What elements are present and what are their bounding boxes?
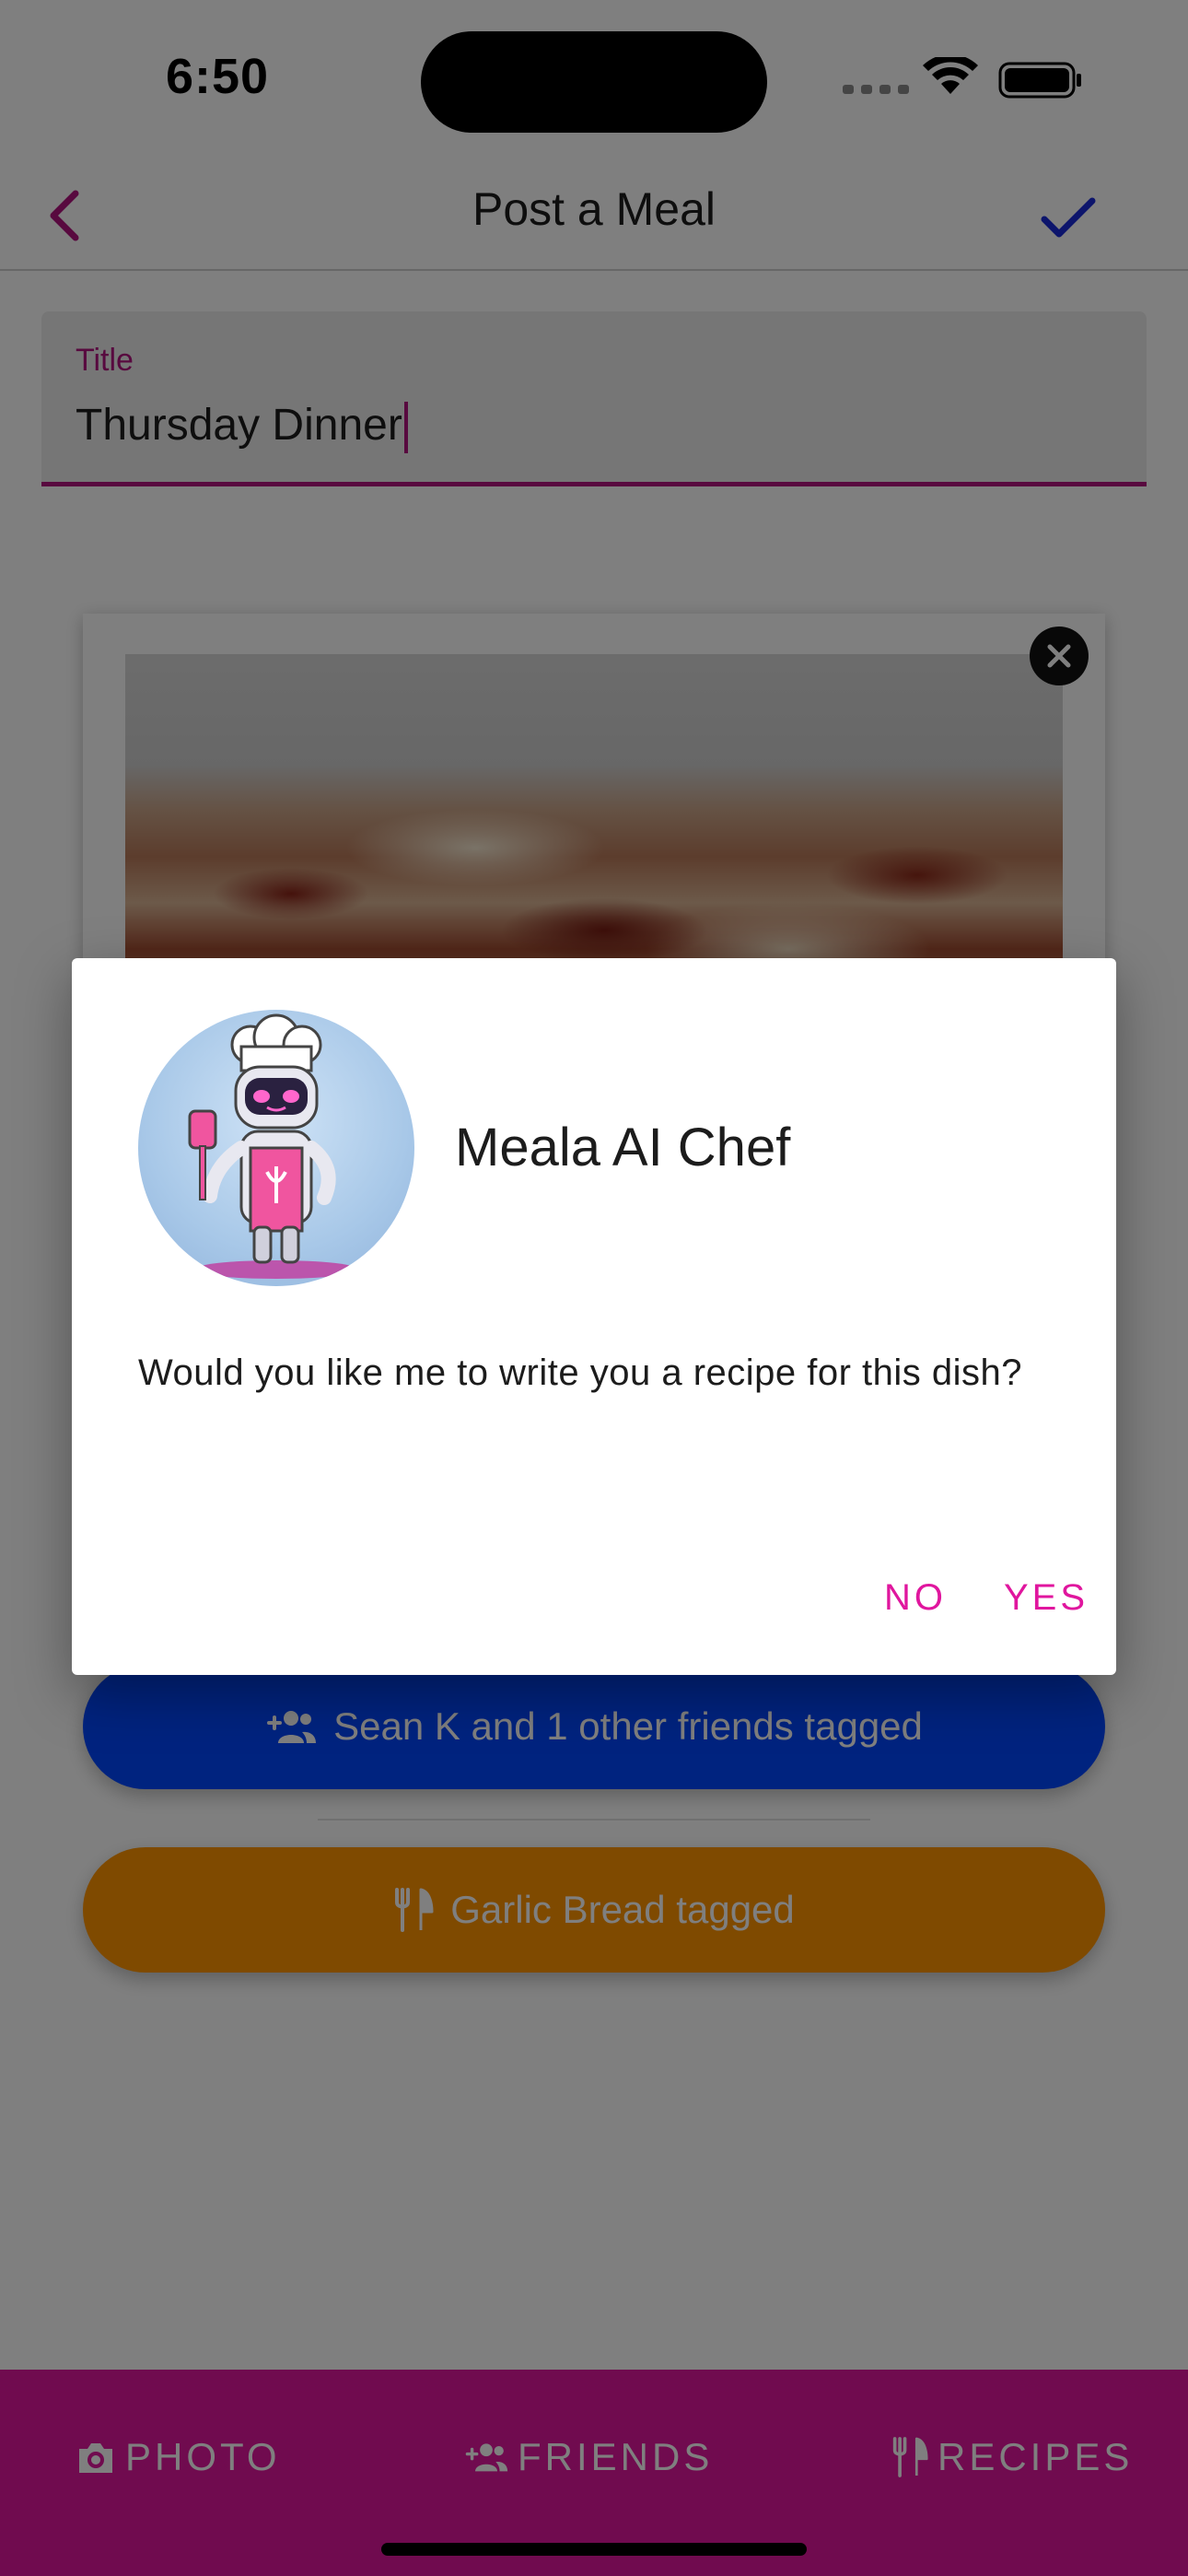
robot-chef-illustration <box>188 1013 359 1279</box>
no-button[interactable]: NO <box>873 1570 958 1626</box>
dialog-message: Would you like me to write you a recipe … <box>138 1352 1023 1393</box>
post-meal-screen: 6:50 Post a Meal Title Thursday Dinner <box>0 0 1188 2576</box>
dialog-title: Meala AI Chef <box>455 1118 791 1177</box>
ai-chef-dialog: Meala AI Chef Would you like me to write… <box>72 958 1116 1675</box>
yes-button[interactable]: YES <box>993 1570 1100 1626</box>
robot-chef-avatar <box>138 1010 414 1286</box>
